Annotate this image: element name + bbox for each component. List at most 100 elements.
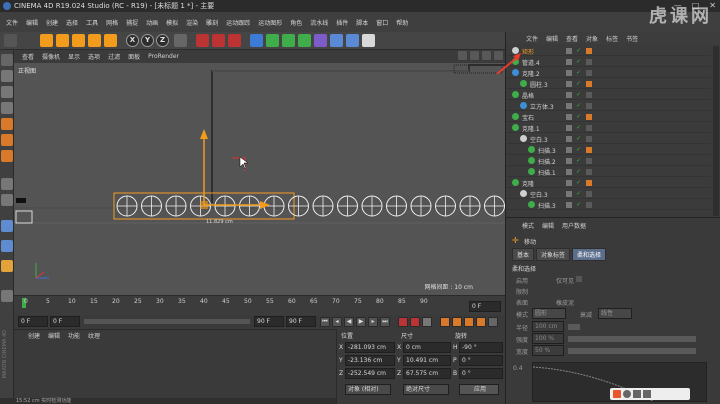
front-viewport[interactable]: 正视图 11.829 cm 网格间距 : 10 cm (14, 63, 505, 295)
menu-select[interactable]: 选择 (62, 18, 82, 27)
menu-sculpt[interactable]: 雕刻 (202, 18, 222, 27)
visibility-toggle-icon[interactable] (566, 180, 572, 186)
pos-x-field[interactable]: -281.093 cm (345, 342, 395, 353)
polygons-mode-icon[interactable] (1, 150, 13, 162)
viewport-menu-filter[interactable]: 过滤 (104, 52, 124, 61)
select-tool-icon[interactable] (40, 34, 53, 47)
key-scale-icon[interactable] (464, 317, 474, 327)
axis-mode-icon[interactable] (1, 178, 13, 190)
record-icon[interactable] (398, 317, 408, 327)
object-tag-icon[interactable] (586, 103, 592, 109)
enabled-check-icon[interactable]: ✓ (576, 147, 582, 153)
current-frame-field[interactable]: 0 F (18, 316, 48, 327)
range-slider[interactable] (84, 319, 250, 324)
viewport-menu-options[interactable]: 选项 (84, 52, 104, 61)
menu-script[interactable]: 脚本 (352, 18, 372, 27)
menu-help[interactable]: 帮助 (392, 18, 412, 27)
attr-menu-userdata[interactable]: 用户数据 (562, 221, 586, 230)
material-menu-texture[interactable]: 纹理 (88, 331, 100, 340)
size-y-field[interactable]: 10.491 cm (403, 355, 451, 366)
tab-object-tags[interactable]: 对象标签 (536, 248, 571, 261)
make-editable-icon[interactable] (1, 54, 13, 66)
strength-field[interactable]: 100 % (532, 333, 564, 344)
z-axis-toggle[interactable]: Z (156, 34, 169, 47)
prev-frame-icon[interactable]: ◀ (344, 317, 354, 327)
enabled-check-icon[interactable]: ✓ (576, 169, 582, 175)
object-row[interactable]: 宝石 ✓ (506, 112, 711, 122)
deformer-icon[interactable] (314, 34, 327, 47)
radius-field[interactable]: 100 cm (532, 321, 564, 332)
spline-pen-icon[interactable] (266, 34, 279, 47)
radius-slider[interactable] (568, 324, 580, 330)
object-tag-icon[interactable] (586, 59, 592, 65)
ime-keyboard-icon[interactable] (643, 390, 651, 398)
key-param-icon[interactable] (476, 317, 486, 327)
object-row[interactable]: 扫描.2 ✓ (506, 156, 711, 166)
enabled-check-icon[interactable]: ✓ (576, 125, 582, 131)
edges-mode-icon[interactable] (1, 134, 13, 146)
om-menu-view[interactable]: 查看 (566, 34, 578, 43)
visibility-toggle-icon[interactable] (566, 147, 572, 153)
enabled-check-icon[interactable]: ✓ (576, 114, 582, 120)
object-row[interactable]: 立方体.3 ✓ (506, 101, 711, 111)
goto-start-icon[interactable]: ⏮ (320, 317, 330, 327)
enabled-check-icon[interactable]: ✓ (576, 191, 582, 197)
ime-mode-icon[interactable] (623, 390, 631, 398)
visibility-toggle-icon[interactable] (566, 125, 572, 131)
floor-icon[interactable] (330, 34, 343, 47)
width-slider[interactable] (568, 348, 696, 354)
timeline-window-icon[interactable] (488, 317, 498, 327)
y-axis-toggle[interactable]: Y (141, 34, 154, 47)
object-row[interactable]: 克隆.1 ✓ (506, 123, 711, 133)
menu-plugins[interactable]: 插件 (332, 18, 352, 27)
enabled-check-icon[interactable]: ✓ (576, 59, 582, 65)
object-row[interactable]: 圆柱.3 ✓ (506, 79, 711, 89)
object-manager-scrollbar[interactable] (713, 46, 719, 216)
prev-key-icon[interactable]: ◂ (332, 317, 342, 327)
render-view-icon[interactable] (196, 34, 209, 47)
visible-only-checkbox[interactable] (576, 276, 582, 282)
menu-create[interactable]: 创建 (42, 18, 62, 27)
array-generator-icon[interactable] (298, 34, 311, 47)
tweak-mode-icon[interactable] (1, 194, 13, 206)
rot-p-field[interactable]: 0 ° (459, 355, 503, 366)
object-tag-icon[interactable] (586, 191, 592, 197)
visibility-toggle-icon[interactable] (566, 48, 572, 54)
solo-mode-icon[interactable] (1, 260, 13, 272)
pan-icon[interactable] (458, 51, 467, 60)
viewport-menu-panel[interactable]: 面板 (124, 52, 144, 61)
menu-mograph[interactable]: 运动图形 (254, 18, 286, 27)
key-rotation-icon[interactable] (452, 317, 462, 327)
ime-toolbar[interactable] (610, 388, 690, 400)
object-row[interactable]: 管道.4 ✓ (506, 57, 711, 67)
object-row[interactable]: 扫描.3 ✓ (506, 145, 711, 155)
attr-menu-mode[interactable]: 模式 (522, 221, 534, 230)
visibility-toggle-icon[interactable] (566, 59, 572, 65)
object-tag-icon[interactable] (586, 125, 592, 131)
viewport-menu-display[interactable]: 显示 (64, 52, 84, 61)
visibility-toggle-icon[interactable] (566, 114, 572, 120)
strength-slider[interactable] (568, 336, 696, 342)
om-menu-edit[interactable]: 编辑 (546, 34, 558, 43)
object-tag-icon[interactable] (586, 70, 592, 76)
menu-render[interactable]: 渲染 (182, 18, 202, 27)
end-frame-field[interactable]: 90 F (254, 316, 284, 327)
enabled-check-icon[interactable]: ✓ (576, 70, 582, 76)
enabled-check-icon[interactable]: ✓ (576, 103, 582, 109)
menu-edit[interactable]: 编辑 (22, 18, 42, 27)
visibility-toggle-icon[interactable] (566, 158, 572, 164)
subdivision-surface-icon[interactable] (282, 34, 295, 47)
lock-workplane-icon[interactable] (1, 240, 13, 252)
object-tag-icon[interactable] (586, 114, 592, 120)
visibility-toggle-icon[interactable] (566, 103, 572, 109)
visibility-toggle-icon[interactable] (566, 92, 572, 98)
object-row[interactable]: 矩形 ✓ (506, 46, 711, 56)
visibility-toggle-icon[interactable] (566, 202, 572, 208)
visibility-toggle-icon[interactable] (566, 136, 572, 142)
menu-motion-tracking[interactable]: 运动跟踪 (222, 18, 254, 27)
enabled-check-icon[interactable]: ✓ (576, 158, 582, 164)
visibility-toggle-icon[interactable] (566, 81, 572, 87)
menu-animate[interactable]: 动画 (142, 18, 162, 27)
attr-menu-edit[interactable]: 编辑 (542, 221, 554, 230)
key-position-icon[interactable] (440, 317, 450, 327)
